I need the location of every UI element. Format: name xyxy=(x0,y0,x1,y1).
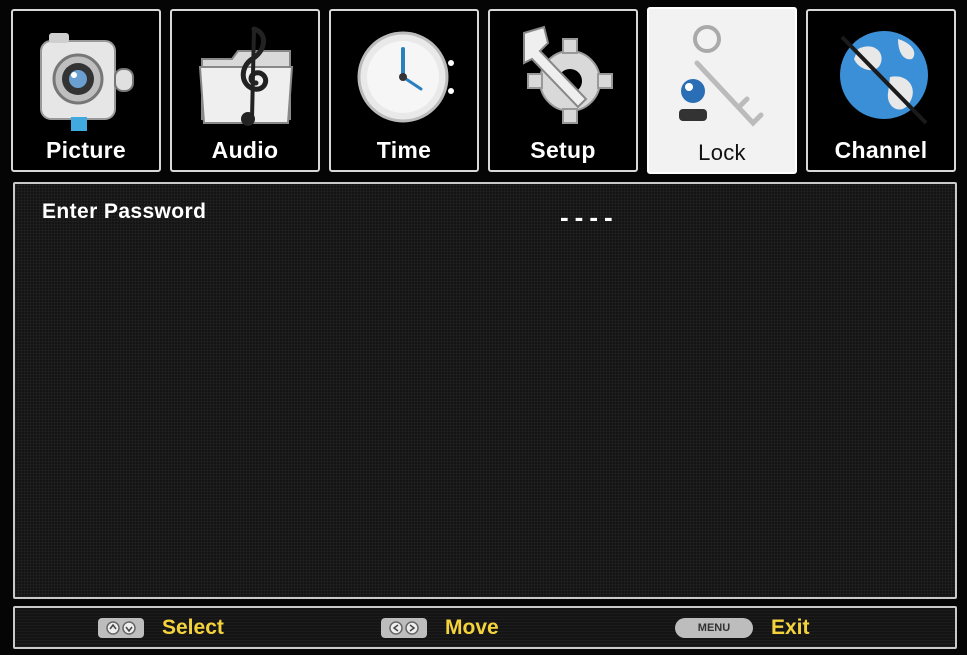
select-hint-label: Select xyxy=(162,616,224,639)
tab-label: Channel xyxy=(834,137,928,163)
exit-hint-label: Exit xyxy=(771,616,810,639)
left-right-key-icon xyxy=(381,618,427,638)
menu-tab-bar: Picture Audio Time Setup Lock Channel xyxy=(11,6,958,174)
music-folder-icon xyxy=(198,26,294,126)
move-hint: Move xyxy=(381,615,499,641)
tab-label: Audio xyxy=(211,137,279,163)
tab-label: Time xyxy=(376,137,432,163)
lock-settings-panel: Enter Password ---- xyxy=(13,182,957,599)
password-label: Enter Password xyxy=(42,200,207,223)
tab-label: Lock xyxy=(698,140,746,165)
tab-label: Picture xyxy=(45,137,127,163)
up-down-key-icon xyxy=(98,618,144,638)
tab-channel[interactable]: Channel xyxy=(806,9,956,172)
tab-label: Setup xyxy=(530,137,596,163)
select-hint: Select xyxy=(98,615,224,641)
password-field[interactable]: ---- xyxy=(560,202,619,233)
wrench-gear-icon xyxy=(523,25,613,124)
key-icon xyxy=(679,25,764,127)
tv-osd-screen: Picture Audio Time Setup Lock Channel En… xyxy=(0,0,967,655)
globe-icon xyxy=(840,31,928,125)
button-hint-bar: Select Move MENU Exit xyxy=(13,606,957,649)
menu-key-icon: MENU xyxy=(675,618,753,638)
tab-lock[interactable]: Lock xyxy=(647,7,797,174)
tab-audio[interactable]: Audio xyxy=(170,9,320,172)
move-hint-label: Move xyxy=(445,616,499,639)
camera-icon xyxy=(40,33,134,131)
clock-icon xyxy=(357,31,454,123)
tab-picture[interactable]: Picture xyxy=(11,9,161,172)
tab-setup[interactable]: Setup xyxy=(488,9,638,172)
tab-time[interactable]: Time xyxy=(329,9,479,172)
exit-hint: MENU Exit xyxy=(675,615,810,641)
